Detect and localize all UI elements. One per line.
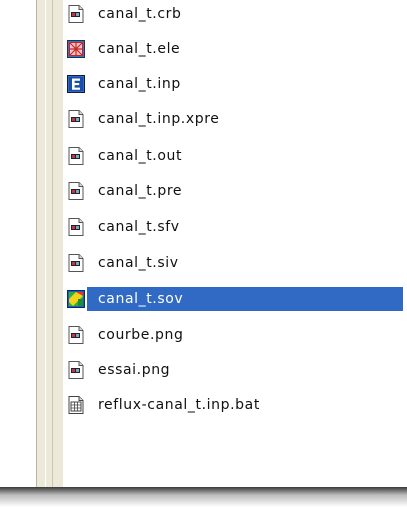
generic-file-icon [66,325,86,345]
generic-file-icon [66,217,86,237]
batch-file-icon [66,395,86,415]
file-item[interactable]: canal_t.inp.xpre [63,106,403,132]
window-frame-edge [36,0,64,487]
frame-bevel [45,0,53,487]
file-item[interactable]: canal_t.siv [63,250,403,276]
file-item[interactable]: canal_t.inp [63,71,403,97]
file-list-panel: canal_t.crb canal_t.ele canal_t.inp cana… [63,0,407,487]
file-name: canal_t.sfv [98,219,180,235]
generic-file-icon [66,4,86,24]
file-item[interactable]: canal_t.ele [63,36,403,62]
file-item[interactable]: canal_t.out [63,143,403,169]
mesh-file-icon [66,39,86,59]
file-item[interactable]: essai.png [63,357,403,383]
generic-file-icon [66,146,86,166]
file-name: canal_t.ele [98,41,181,57]
file-name: essai.png [98,362,171,378]
colormap-file-icon [66,289,86,309]
file-item[interactable]: canal_t.sfv [63,214,403,240]
generic-file-icon [66,109,86,129]
file-item[interactable]: canal_t.pre [63,178,403,204]
file-item[interactable]: canal_t.crb [63,1,403,27]
file-name: reflux-canal_t.inp.bat [98,397,260,413]
file-name: canal_t.inp.xpre [98,111,220,127]
file-item[interactable]: courbe.png [63,322,403,348]
file-name: canal_t.pre [98,183,183,199]
file-name: courbe.png [98,327,184,343]
file-name: canal_t.out [98,148,183,164]
generic-file-icon [66,253,86,273]
file-name: canal_t.siv [98,255,179,271]
window-bottom-edge [0,487,407,507]
generic-file-icon [66,360,86,380]
file-name: canal_t.sov [98,291,184,307]
file-name: canal_t.crb [98,6,182,22]
file-item-selected[interactable]: canal_t.sov [63,286,403,312]
file-item[interactable]: reflux-canal_t.inp.bat [63,392,403,418]
file-name: canal_t.inp [98,76,181,92]
e-app-icon [66,74,86,94]
generic-file-icon [66,181,86,201]
